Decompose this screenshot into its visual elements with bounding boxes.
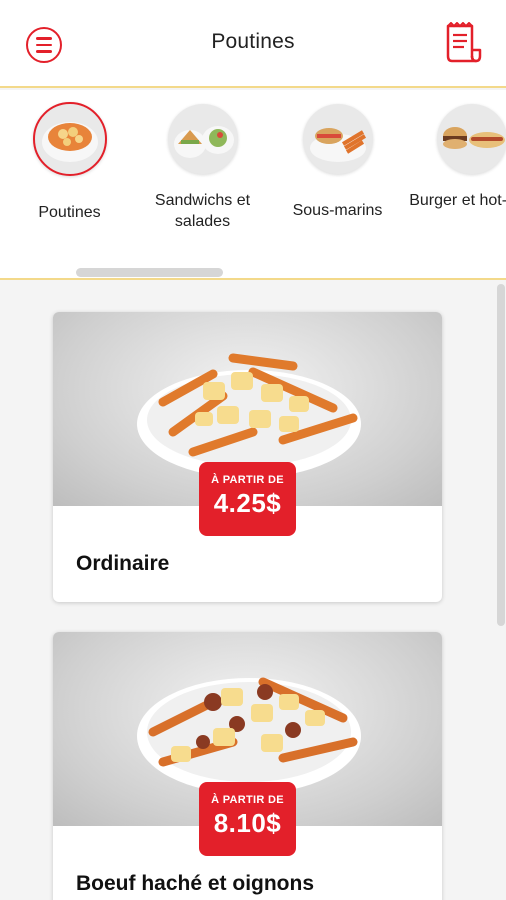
price-prefix: À PARTIR DE <box>211 794 284 806</box>
page-title: Poutines <box>211 30 295 53</box>
category-burger-hot-dog[interactable]: Burger et hot-dog <box>404 104 506 211</box>
vertical-scrollbar[interactable] <box>497 284 505 626</box>
price-badge: À PARTIR DE 4.25$ <box>199 462 296 536</box>
sub-category-image <box>302 104 373 174</box>
product-name: Boeuf haché et oignons <box>76 872 315 895</box>
price-prefix: À PARTIR DE <box>211 474 284 486</box>
product-name: Ordinaire <box>76 552 170 575</box>
category-label: Sous-marins <box>292 202 383 219</box>
price-value: 4.25$ <box>213 488 282 518</box>
sandwich-category-image <box>167 104 238 174</box>
receipt-icon[interactable] <box>442 22 482 64</box>
burger-category-image <box>436 104 506 174</box>
horizontal-scrollbar[interactable] <box>76 268 223 277</box>
category-poutines[interactable]: Poutines <box>2 102 137 223</box>
category-label: Poutines <box>38 204 101 221</box>
category-label: Burger et hot-dog <box>409 192 506 209</box>
product-card[interactable]: À PARTIR DE 8.10$ Boeuf haché et oignons <box>53 632 442 900</box>
app-header: Poutines <box>0 0 506 88</box>
price-value: 8.10$ <box>213 808 282 838</box>
poutine-category-image <box>32 102 107 176</box>
category-sous-marins[interactable]: Sous-marins <box>270 104 405 221</box>
category-strip: Poutines Sandwichs et salades Sous-marin… <box>0 90 506 280</box>
product-card[interactable]: À PARTIR DE 4.25$ Ordinaire <box>53 312 442 602</box>
product-list: À PARTIR DE 4.25$ Ordinaire À PARTIR DE … <box>0 282 506 900</box>
category-label: Sandwichs et salades <box>154 192 251 230</box>
category-sandwichs[interactable]: Sandwichs et salades <box>135 104 270 232</box>
price-badge: À PARTIR DE 8.10$ <box>199 782 296 856</box>
